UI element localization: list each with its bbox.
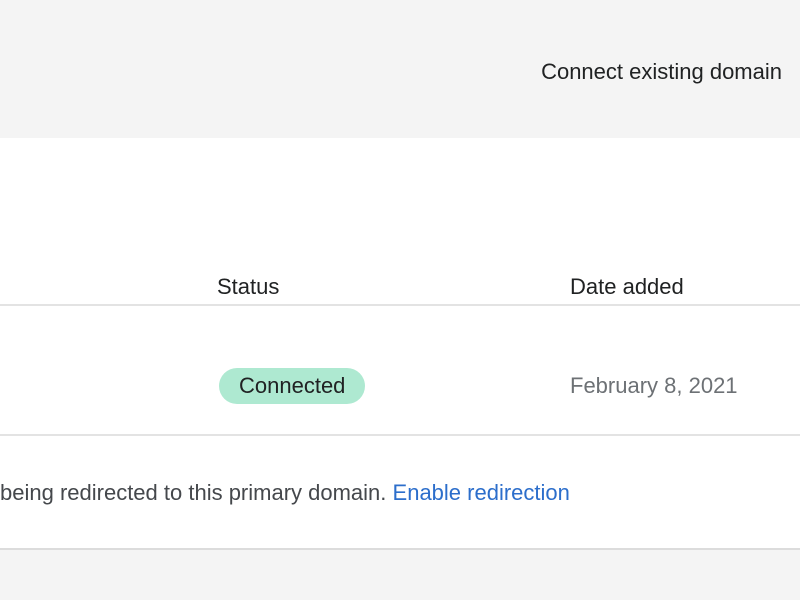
column-header-date-added[interactable]: Date added	[570, 270, 684, 304]
date-added-cell: February 8, 2021	[570, 373, 738, 398]
domains-page: Connect existing domain Status Date adde…	[0, 0, 800, 600]
table-header: Status Date added	[0, 242, 800, 306]
redirect-notice-text: being redirected to this primary domain.	[0, 480, 393, 505]
domains-card: Status Date added Connected February 8, …	[0, 138, 800, 550]
table-row[interactable]: Connected February 8, 2021	[0, 344, 800, 436]
enable-redirection-link[interactable]: Enable redirection	[393, 480, 570, 505]
redirect-notice: being redirected to this primary domain.…	[0, 476, 800, 510]
status-badge: Connected	[219, 368, 366, 404]
connect-existing-domain-button[interactable]: Connect existing domain	[541, 56, 782, 88]
page-header: Connect existing domain	[0, 0, 800, 138]
column-header-status[interactable]: Status	[217, 270, 279, 304]
